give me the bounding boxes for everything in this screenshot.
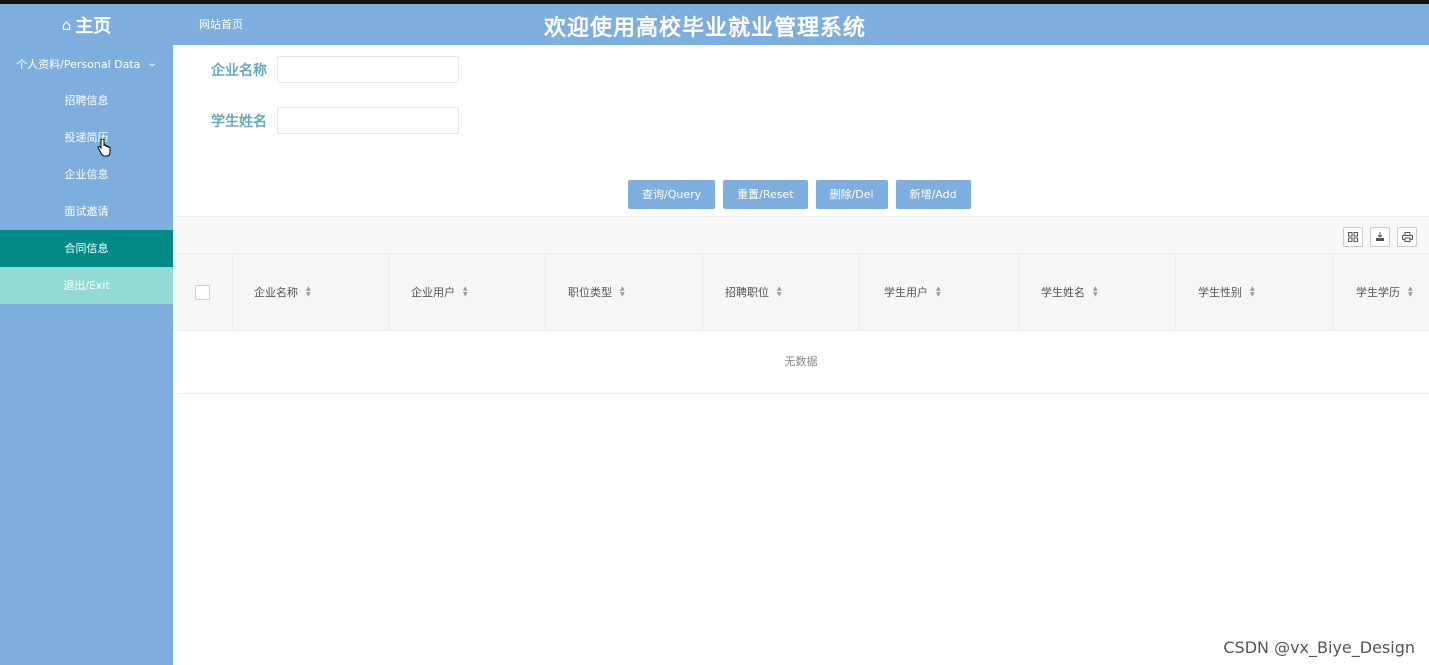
column-header-job-type[interactable]: 职位类型 ▲ ▼ xyxy=(546,254,703,330)
add-button[interactable]: 新增/Add xyxy=(895,180,971,209)
table-toolbar xyxy=(173,216,1429,254)
sidebar-item-resume[interactable]: 投递简历 xyxy=(0,119,173,156)
column-label: 职位类型 xyxy=(568,286,612,299)
student-name-label: 学生姓名 xyxy=(211,113,267,130)
reset-button[interactable]: 重置/Reset xyxy=(723,180,808,209)
chevron-down-icon: ⌄ xyxy=(146,58,159,69)
sidebar-item-company[interactable]: 企业信息 xyxy=(0,156,173,193)
header-bar: ⌂ 主页 网站首页 欢迎使用高校毕业就业管理系统 xyxy=(0,4,1429,45)
sidebar-item-interview[interactable]: 面试邀请 xyxy=(0,193,173,230)
empty-table-message: 无数据 xyxy=(173,329,1429,394)
sort-icon: ▲ ▼ xyxy=(620,285,625,298)
column-label: 企业用户 xyxy=(411,286,455,299)
export-icon[interactable] xyxy=(1370,227,1390,247)
breadcrumb-home[interactable]: 网站首页 xyxy=(199,16,243,32)
column-header-student-gender[interactable]: 学生性别 ▲ ▼ xyxy=(1176,254,1333,330)
sidebar-group-label: 个人资料/Personal Data xyxy=(16,57,141,71)
column-label: 招聘职位 xyxy=(725,286,769,299)
column-label: 学生姓名 xyxy=(1041,286,1085,299)
select-all-cell xyxy=(173,254,233,330)
company-name-label: 企业名称 xyxy=(211,62,267,79)
main-content: 企业名称 学生姓名 查询/Query 重置/Reset 删除/Del 新增/Ad… xyxy=(173,45,1429,665)
home-label: 主页 xyxy=(75,15,112,37)
sort-icon: ▲ ▼ xyxy=(1408,285,1413,298)
student-name-input[interactable] xyxy=(277,107,459,134)
page-title: 欢迎使用高校毕业就业管理系统 xyxy=(543,16,866,41)
column-header-company-user[interactable]: 企业用户 ▲ ▼ xyxy=(389,254,546,330)
sidebar-item-exit[interactable]: 退出/Exit xyxy=(0,267,173,304)
sort-icon: ▲ ▼ xyxy=(777,285,782,298)
column-header-job-position[interactable]: 招聘职位 ▲ ▼ xyxy=(703,254,860,330)
action-buttons: 查询/Query 重置/Reset 删除/Del 新增/Add xyxy=(628,180,979,209)
column-label: 学生学历 xyxy=(1356,286,1400,299)
sort-icon: ▲ ▼ xyxy=(306,285,311,298)
watermark: CSDN @vx_Biye_Design xyxy=(1223,638,1415,657)
sort-icon: ▲ ▼ xyxy=(936,285,941,298)
company-name-input[interactable] xyxy=(277,56,459,83)
column-header-student-name[interactable]: 学生姓名 ▲ ▼ xyxy=(1019,254,1176,330)
sidebar: 个人资料/Personal Data ⌄ 招聘信息 投递简历 企业信息 面试邀请… xyxy=(0,45,173,665)
student-search-row: 学生姓名 xyxy=(173,107,459,134)
sidebar-group-personal-data[interactable]: 个人资料/Personal Data ⌄ xyxy=(0,45,173,82)
column-label: 学生性别 xyxy=(1198,286,1242,299)
column-header-student-user[interactable]: 学生用户 ▲ ▼ xyxy=(862,254,1019,330)
select-all-checkbox[interactable] xyxy=(195,284,210,300)
sort-icon: ▲ ▼ xyxy=(1093,285,1098,298)
column-header-company-name[interactable]: 企业名称 ▲ ▼ xyxy=(232,254,389,330)
print-icon[interactable] xyxy=(1397,227,1417,247)
sort-icon: ▲ ▼ xyxy=(1250,285,1255,298)
delete-button[interactable]: 删除/Del xyxy=(815,180,888,209)
grid-columns-icon[interactable] xyxy=(1343,227,1363,247)
company-search-row: 企业名称 xyxy=(173,56,459,83)
column-label: 学生用户 xyxy=(884,286,928,299)
table-header: 企业名称 ▲ ▼ 企业用户 ▲ ▼ 职位类型 ▲ ▼ 招聘职位 ▲ ▼ 学生用户 ▲ ▼ … xyxy=(173,253,1429,331)
home-icon: ⌂ xyxy=(61,15,72,34)
column-label: 企业名称 xyxy=(254,286,298,299)
query-button[interactable]: 查询/Query xyxy=(628,180,716,209)
home-link[interactable]: ⌂ 主页 xyxy=(0,4,173,45)
sort-icon: ▲ ▼ xyxy=(463,285,468,298)
hand-cursor-icon xyxy=(97,139,111,157)
sidebar-item-recruitment[interactable]: 招聘信息 xyxy=(0,82,173,119)
sidebar-item-contract[interactable]: 合同信息 xyxy=(0,230,173,267)
column-header-student-education[interactable]: 学生学历 ▲ ▼ xyxy=(1334,254,1429,330)
